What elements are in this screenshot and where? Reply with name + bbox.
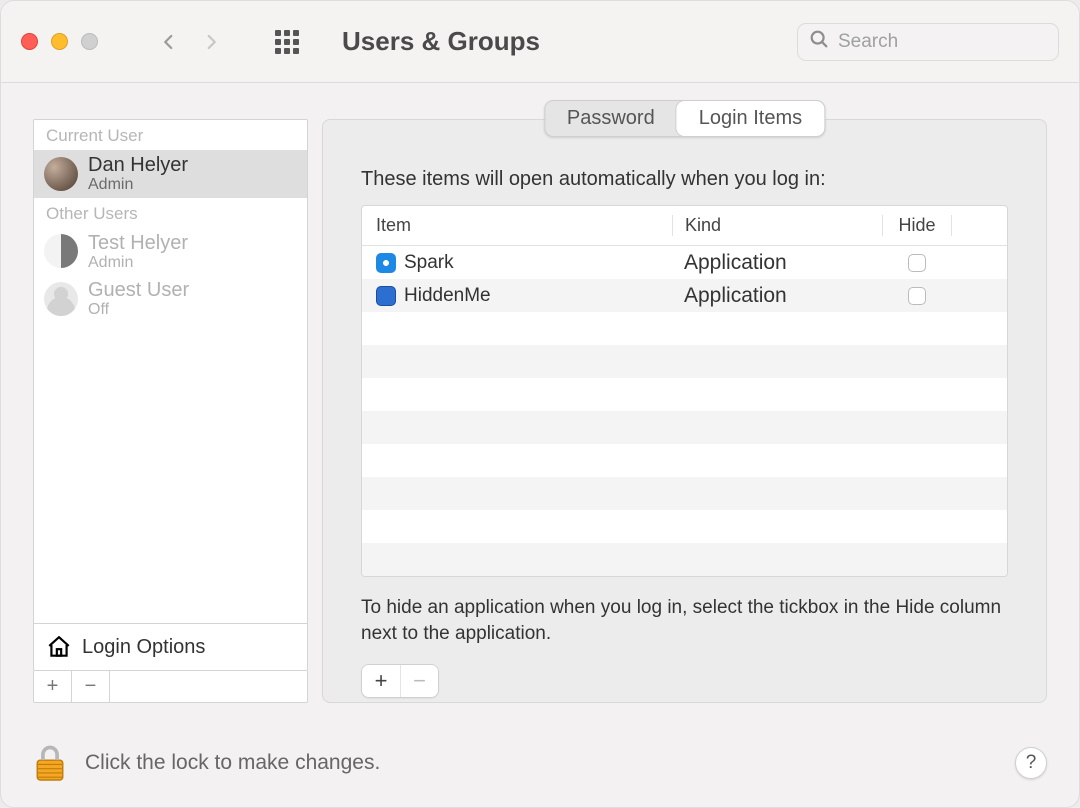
user-sidebar: Current User Dan Helyer Admin Other User…	[33, 119, 308, 671]
help-button[interactable]: ?	[1015, 747, 1047, 779]
tab-login-items[interactable]: Login Items	[677, 101, 824, 136]
sidebar-other-user[interactable]: Test Helyer Admin	[34, 228, 307, 276]
table-row[interactable]: HiddenMe Application	[362, 279, 1007, 312]
table-row[interactable]: Spark Application	[362, 246, 1007, 279]
avatar	[44, 157, 78, 191]
avatar	[44, 234, 78, 268]
window-title: Users & Groups	[342, 26, 787, 57]
user-name: Test Helyer	[88, 232, 188, 254]
main-panel: Password Login Items These items will op…	[322, 119, 1047, 703]
avatar	[44, 282, 78, 316]
forward-button[interactable]	[190, 22, 232, 62]
footer: Click the lock to make changes. ?	[33, 743, 1047, 783]
login-items-add-remove: + −	[361, 664, 439, 698]
table-row-empty	[362, 444, 1007, 477]
col-kind[interactable]: Kind	[672, 215, 882, 236]
tab-password[interactable]: Password	[545, 101, 677, 136]
login-items-table: Item Kind Hide Spark Application HiddenMe A…	[361, 205, 1008, 577]
sidebar-add-remove: + −	[33, 671, 308, 703]
user-role: Off	[88, 301, 189, 319]
table-row-empty	[362, 477, 1007, 510]
table-row-empty	[362, 510, 1007, 543]
add-user-button[interactable]: +	[34, 671, 72, 702]
login-options-label: Login Options	[82, 636, 205, 659]
col-hide[interactable]: Hide	[882, 215, 952, 236]
close-window-button[interactable]	[21, 33, 38, 50]
house-icon	[46, 634, 72, 660]
app-icon	[376, 253, 396, 273]
window-controls	[21, 33, 98, 50]
zoom-window-button[interactable]	[81, 33, 98, 50]
remove-user-button[interactable]: −	[72, 671, 110, 702]
user-name: Dan Helyer	[88, 154, 188, 176]
login-options-button[interactable]: Login Options	[34, 623, 307, 670]
toolbar: Users & Groups	[1, 1, 1079, 83]
item-name: Spark	[404, 252, 454, 274]
hide-checkbox[interactable]	[908, 287, 926, 305]
minimize-window-button[interactable]	[51, 33, 68, 50]
lock-text: Click the lock to make changes.	[85, 751, 997, 775]
table-body: Spark Application HiddenMe Application	[362, 246, 1007, 576]
user-name: Guest User	[88, 279, 189, 301]
table-row-empty	[362, 543, 1007, 576]
back-button[interactable]	[148, 22, 190, 62]
sidebar-other-header: Other Users	[34, 198, 307, 228]
hide-checkbox[interactable]	[908, 254, 926, 272]
table-row-empty	[362, 312, 1007, 345]
login-items-hint: To hide an application when you log in, …	[361, 595, 1008, 646]
sidebar-current-header: Current User	[34, 120, 307, 150]
item-kind: Application	[672, 284, 882, 308]
content: Current User Dan Helyer Admin Other User…	[1, 83, 1079, 713]
col-item[interactable]: Item	[362, 215, 672, 236]
table-header: Item Kind Hide	[362, 206, 1007, 246]
user-role: Admin	[88, 254, 188, 272]
table-row-empty	[362, 378, 1007, 411]
sidebar-wrap: Current User Dan Helyer Admin Other User…	[33, 119, 308, 703]
item-name: HiddenMe	[404, 285, 491, 307]
search-icon	[808, 28, 830, 55]
sidebar-current-user[interactable]: Dan Helyer Admin	[34, 150, 307, 198]
login-items-intro: These items will open automatically when…	[361, 168, 1008, 191]
table-row-empty	[362, 345, 1007, 378]
show-all-prefs-button[interactable]	[272, 27, 302, 57]
app-icon	[376, 286, 396, 306]
search-input[interactable]	[838, 31, 1080, 53]
add-login-item-button[interactable]: +	[362, 665, 400, 697]
tab-bar: Password Login Items	[544, 100, 825, 137]
table-row-empty	[362, 411, 1007, 444]
preferences-window: Users & Groups Current User Dan Helyer A…	[0, 0, 1080, 808]
lock-icon[interactable]	[33, 743, 67, 783]
item-kind: Application	[672, 251, 882, 275]
user-role: Admin	[88, 176, 188, 194]
remove-login-item-button[interactable]: −	[400, 665, 438, 697]
nav-buttons	[148, 22, 232, 62]
sidebar-guest-user[interactable]: Guest User Off	[34, 275, 307, 323]
search-field-wrap	[797, 23, 1059, 61]
